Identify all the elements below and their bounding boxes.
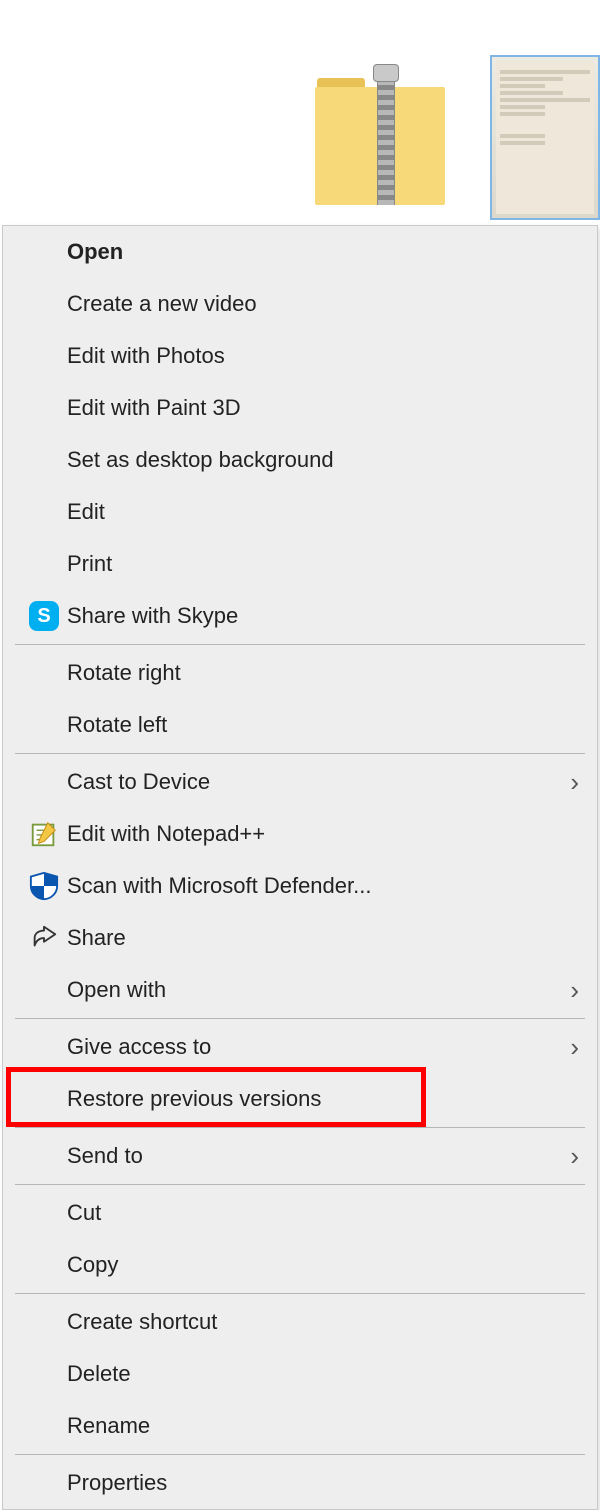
- selected-image-thumbnail[interactable]: [490, 55, 600, 220]
- context-menu: Open Create a new video Edit with Photos Ed…: [2, 225, 598, 1510]
- menu-item-label: Edit with Photos: [67, 343, 549, 369]
- submenu-arrow-icon: ›: [549, 975, 579, 1006]
- menu-item-open[interactable]: Open: [3, 226, 597, 278]
- menu-item-cast-to-device[interactable]: Cast to Device›: [3, 756, 597, 808]
- menu-item-label: Cut: [67, 1200, 549, 1226]
- menu-item-rename[interactable]: Rename: [3, 1400, 597, 1452]
- menu-item-properties[interactable]: Properties: [3, 1457, 597, 1509]
- menu-item-label: Print: [67, 551, 549, 577]
- menu-item-set-as-desktop-background[interactable]: Set as desktop background: [3, 434, 597, 486]
- menu-item-label: Scan with Microsoft Defender...: [67, 873, 549, 899]
- menu-item-label: Restore previous versions: [67, 1086, 549, 1112]
- zip-folder-icon[interactable]: [315, 70, 445, 205]
- menu-item-label: Rename: [67, 1413, 549, 1439]
- menu-item-give-access-to[interactable]: Give access to›: [3, 1021, 597, 1073]
- menu-item-copy[interactable]: Copy: [3, 1239, 597, 1291]
- menu-item-label: Delete: [67, 1361, 549, 1387]
- menu-item-scan-with-microsoft-defender[interactable]: Scan with Microsoft Defender...: [3, 860, 597, 912]
- menu-item-send-to[interactable]: Send to›: [3, 1130, 597, 1182]
- menu-item-create-a-new-video[interactable]: Create a new video: [3, 278, 597, 330]
- menu-separator: [15, 753, 585, 754]
- menu-item-cut[interactable]: Cut: [3, 1187, 597, 1239]
- menu-item-label: Edit: [67, 499, 549, 525]
- desktop-area: [0, 0, 600, 225]
- menu-item-label: Open: [67, 239, 549, 265]
- menu-item-edit[interactable]: Edit: [3, 486, 597, 538]
- menu-item-share-with-skype[interactable]: SShare with Skype: [3, 590, 597, 642]
- menu-item-restore-previous-versions[interactable]: Restore previous versions: [3, 1073, 597, 1125]
- menu-item-rotate-left[interactable]: Rotate left: [3, 699, 597, 751]
- menu-item-edit-with-photos[interactable]: Edit with Photos: [3, 330, 597, 382]
- menu-item-label: Edit with Paint 3D: [67, 395, 549, 421]
- menu-item-label: Rotate left: [67, 712, 549, 738]
- menu-separator: [15, 1018, 585, 1019]
- menu-item-edit-with-paint-3d[interactable]: Edit with Paint 3D: [3, 382, 597, 434]
- menu-item-label: Open with: [67, 977, 549, 1003]
- menu-item-edit-with-notepad[interactable]: Edit with Notepad++: [3, 808, 597, 860]
- menu-separator: [15, 644, 585, 645]
- menu-item-label: Cast to Device: [67, 769, 549, 795]
- menu-item-label: Give access to: [67, 1034, 549, 1060]
- menu-item-label: Copy: [67, 1252, 549, 1278]
- menu-item-label: Properties: [67, 1470, 549, 1496]
- menu-separator: [15, 1127, 585, 1128]
- menu-item-label: Share: [67, 925, 549, 951]
- shield-icon: [21, 871, 67, 901]
- share-icon: [21, 923, 67, 953]
- menu-item-label: Send to: [67, 1143, 549, 1169]
- skype-icon: S: [21, 601, 67, 631]
- submenu-arrow-icon: ›: [549, 1141, 579, 1172]
- menu-item-label: Edit with Notepad++: [67, 821, 549, 847]
- submenu-arrow-icon: ›: [549, 1032, 579, 1063]
- menu-item-create-shortcut[interactable]: Create shortcut: [3, 1296, 597, 1348]
- menu-item-label: Share with Skype: [67, 603, 549, 629]
- menu-item-label: Rotate right: [67, 660, 549, 686]
- menu-item-print[interactable]: Print: [3, 538, 597, 590]
- menu-item-label: Set as desktop background: [67, 447, 549, 473]
- menu-item-rotate-right[interactable]: Rotate right: [3, 647, 597, 699]
- menu-item-share[interactable]: Share: [3, 912, 597, 964]
- menu-separator: [15, 1293, 585, 1294]
- menu-separator: [15, 1184, 585, 1185]
- menu-item-label: Create shortcut: [67, 1309, 549, 1335]
- notepad-icon: [21, 819, 67, 849]
- menu-item-label: Create a new video: [67, 291, 549, 317]
- submenu-arrow-icon: ›: [549, 767, 579, 798]
- menu-item-delete[interactable]: Delete: [3, 1348, 597, 1400]
- menu-separator: [15, 1454, 585, 1455]
- menu-item-open-with[interactable]: Open with›: [3, 964, 597, 1016]
